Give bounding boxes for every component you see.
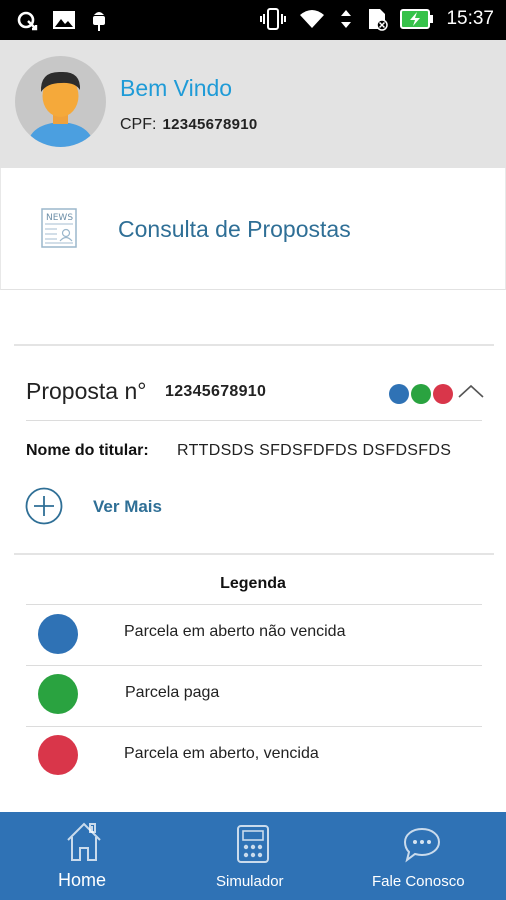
cpf-value: 12345678910 <box>162 116 258 133</box>
proposta-title: Proposta n° <box>26 378 147 404</box>
divider <box>26 420 482 421</box>
status-dot-blue <box>389 384 409 404</box>
wifi-icon <box>300 10 325 28</box>
welcome-text: Bem Vindo <box>120 75 233 101</box>
avatar <box>15 56 106 147</box>
titular-label: Nome do titular: <box>26 442 149 459</box>
bottom-nav: Home Simulador Fale Conosco <box>0 812 506 900</box>
chat-icon <box>403 827 441 863</box>
image-icon <box>53 11 75 29</box>
legend-dot-red <box>38 735 78 775</box>
status-dot-green <box>411 384 431 404</box>
consulta-label: Consulta de Propostas <box>118 216 351 242</box>
divider <box>26 726 482 727</box>
status-bar: 15:37 <box>0 0 506 40</box>
cpf-label: CPF: <box>120 116 157 133</box>
nav-simulador-label: Simulador <box>216 873 284 890</box>
divider <box>26 604 482 605</box>
nav-simulador[interactable]: Simulador <box>168 812 338 900</box>
consulta-propostas-button[interactable]: NEWS Consulta de Propostas <box>0 168 506 290</box>
data-sync-icon <box>17 11 38 31</box>
battery-charging-icon <box>400 9 434 29</box>
status-dot-red <box>433 384 453 404</box>
status-time: 15:37 <box>446 8 494 29</box>
user-avatar-icon <box>27 71 94 147</box>
news-icon: NEWS <box>41 208 77 248</box>
sim-icon <box>369 9 389 31</box>
calculator-icon <box>237 825 269 863</box>
home-icon <box>67 822 101 861</box>
nav-home-label: Home <box>58 870 107 890</box>
signal-icon <box>341 10 352 28</box>
nav-fale-conosco-label: Fale Conosco <box>372 873 465 890</box>
legend-label: Parcela paga <box>125 684 220 701</box>
plus-circle-icon[interactable] <box>25 487 63 525</box>
chevron-up-icon[interactable] <box>458 383 484 399</box>
proposta-number: 12345678910 <box>165 383 267 400</box>
legend-label: Parcela em aberto, vencida <box>124 745 319 762</box>
legend-dot-green <box>38 674 78 714</box>
legenda-title: Legenda <box>220 575 286 592</box>
nav-fale-conosco[interactable]: Fale Conosco <box>338 812 506 900</box>
status-dots <box>389 384 453 404</box>
ver-mais-link[interactable]: Ver Mais <box>93 497 162 517</box>
nav-home[interactable]: Home <box>0 812 168 900</box>
svg-text:NEWS: NEWS <box>46 213 73 223</box>
cpf-row: CPF: 12345678910 <box>120 116 258 134</box>
divider <box>14 553 494 555</box>
vibrate-icon <box>260 8 287 30</box>
titular-value: RTTDSDS SFDSFDFDS DSFDSFDS <box>177 442 452 459</box>
divider <box>14 344 494 346</box>
android-debug-icon <box>93 12 105 31</box>
divider <box>26 665 482 666</box>
user-header: Bem Vindo CPF: 12345678910 <box>0 40 506 168</box>
legend-dot-blue <box>38 614 78 654</box>
legend-label: Parcela em aberto não vencida <box>124 623 346 640</box>
